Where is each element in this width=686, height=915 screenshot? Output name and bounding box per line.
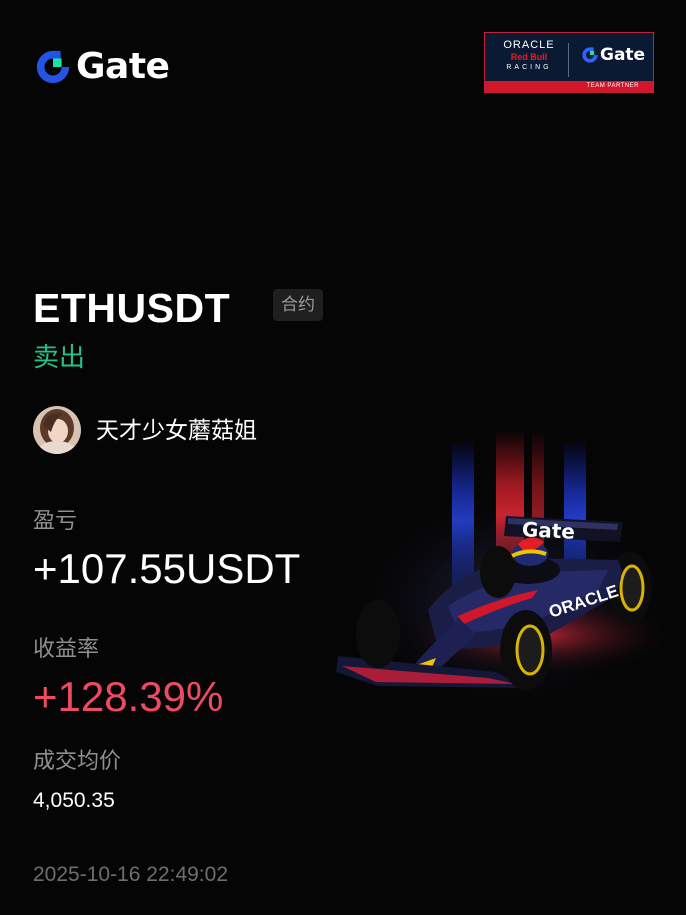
user-avatar (33, 406, 81, 454)
partner-gate-text: Gate (600, 45, 646, 65)
team-partner-badge: ORACLE Red Bull RACING Gate TEAM PARTNER (484, 32, 654, 93)
avg-price-label: 成交均价 (33, 748, 122, 773)
gate-logo-icon (36, 50, 70, 84)
trade-timestamp: 2025-10-16 22:49:02 (33, 863, 228, 886)
avg-price-value: 4,050.35 (33, 789, 115, 812)
gate-logo-icon (582, 47, 598, 63)
red-bull-text: Red Bull (510, 52, 548, 62)
brand-name: Gate (76, 46, 170, 87)
pnl-label: 盈亏 (33, 508, 78, 533)
team-partner-strip: TEAM PARTNER (485, 81, 653, 92)
roi-label: 收益率 (33, 636, 100, 661)
racing-text: RACING (506, 64, 552, 71)
trading-symbol: ETHUSDT (33, 285, 231, 331)
red-bull-f1-car: Gate ORACLE (336, 430, 678, 710)
position-side: 卖出 (33, 342, 86, 372)
badge-divider (568, 43, 569, 77)
brand-logo: Gate (34, 46, 170, 88)
user-info: 天才少女蘑菇姐 (33, 406, 257, 454)
red-bull-racing-logo: ORACLE Red Bull RACING (493, 39, 565, 71)
contract-type-badge: 合约 (273, 289, 323, 321)
partner-gate-logo: Gate (581, 45, 645, 65)
roi-value: +128.39% (33, 673, 224, 720)
user-name: 天才少女蘑菇姐 (96, 417, 257, 443)
oracle-text: ORACLE (503, 39, 555, 51)
pnl-value: +107.55USDT (33, 545, 301, 592)
